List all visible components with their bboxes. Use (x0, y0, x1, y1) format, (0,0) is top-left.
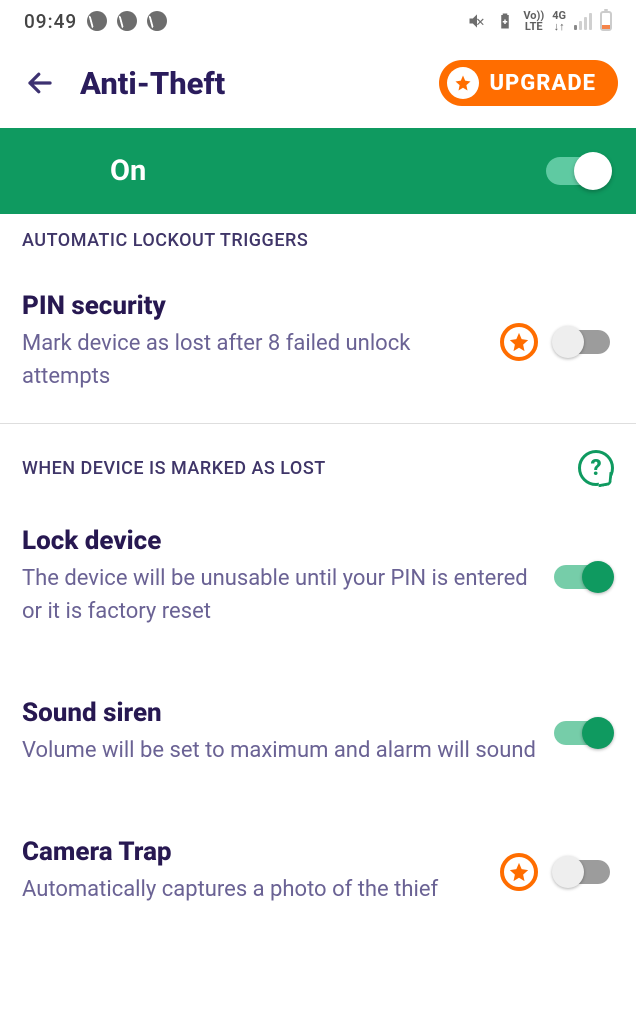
page-title: Anti-Theft (80, 65, 439, 102)
setting-title: Camera Trap (22, 837, 486, 867)
star-icon (447, 67, 479, 99)
notification-icon (147, 11, 167, 31)
premium-star-icon (500, 323, 538, 361)
lock-device-switch[interactable] (552, 559, 614, 595)
network-4g-icon: 4G↓↑ (552, 10, 566, 32)
upgrade-label: UPGRADE (489, 71, 596, 96)
setting-title: PIN security (22, 291, 486, 321)
setting-desc: The device will be unusable until your P… (22, 562, 538, 628)
premium-star-icon (500, 853, 538, 891)
volte-icon: Vo))LTE (523, 10, 544, 32)
sound-siren-switch[interactable] (552, 715, 614, 751)
setting-desc: Volume will be set to maximum and alarm … (22, 734, 538, 767)
setting-lock-device[interactable]: Lock device The device will be unusable … (0, 486, 636, 658)
upgrade-button[interactable]: UPGRADE (439, 60, 618, 106)
setting-title: Sound siren (22, 698, 538, 728)
mute-icon (467, 11, 487, 31)
setting-camera-trap[interactable]: Camera Trap Automatically captures a pho… (0, 797, 636, 936)
app-header: Anti-Theft UPGRADE (0, 42, 636, 128)
notification-icon (117, 11, 137, 31)
setting-title: Lock device (22, 526, 538, 556)
status-left: 09:49 (24, 10, 167, 33)
notification-icon (87, 11, 107, 31)
setting-sound-siren[interactable]: Sound siren Volume will be set to maximu… (0, 658, 636, 797)
status-bar: 09:49 Vo))LTE 4G↓↑ (0, 0, 636, 42)
status-time: 09:49 (24, 10, 77, 33)
setting-desc: Automatically captures a photo of the th… (22, 873, 486, 906)
back-button[interactable] (18, 61, 62, 105)
master-switch[interactable] (546, 152, 612, 190)
camera-trap-switch[interactable] (552, 854, 614, 890)
pin-security-switch[interactable] (552, 324, 614, 360)
status-right: Vo))LTE 4G↓↑ (467, 10, 612, 32)
battery-saver-icon (495, 11, 515, 31)
setting-desc: Mark device as lost after 8 failed unloc… (22, 327, 486, 393)
battery-icon (600, 11, 612, 31)
setting-pin-security[interactable]: PIN security Mark device as lost after 8… (0, 251, 636, 423)
section-header-lost: WHEN DEVICE IS MARKED AS LOST (22, 458, 326, 479)
help-button[interactable]: ? (578, 450, 614, 486)
section-header-lost-row: WHEN DEVICE IS MARKED AS LOST ? (0, 424, 636, 486)
feature-master-toggle[interactable]: On (0, 128, 636, 214)
master-toggle-label: On (110, 154, 146, 188)
signal-icon (574, 12, 592, 30)
section-header-triggers: AUTOMATIC LOCKOUT TRIGGERS (0, 214, 636, 251)
